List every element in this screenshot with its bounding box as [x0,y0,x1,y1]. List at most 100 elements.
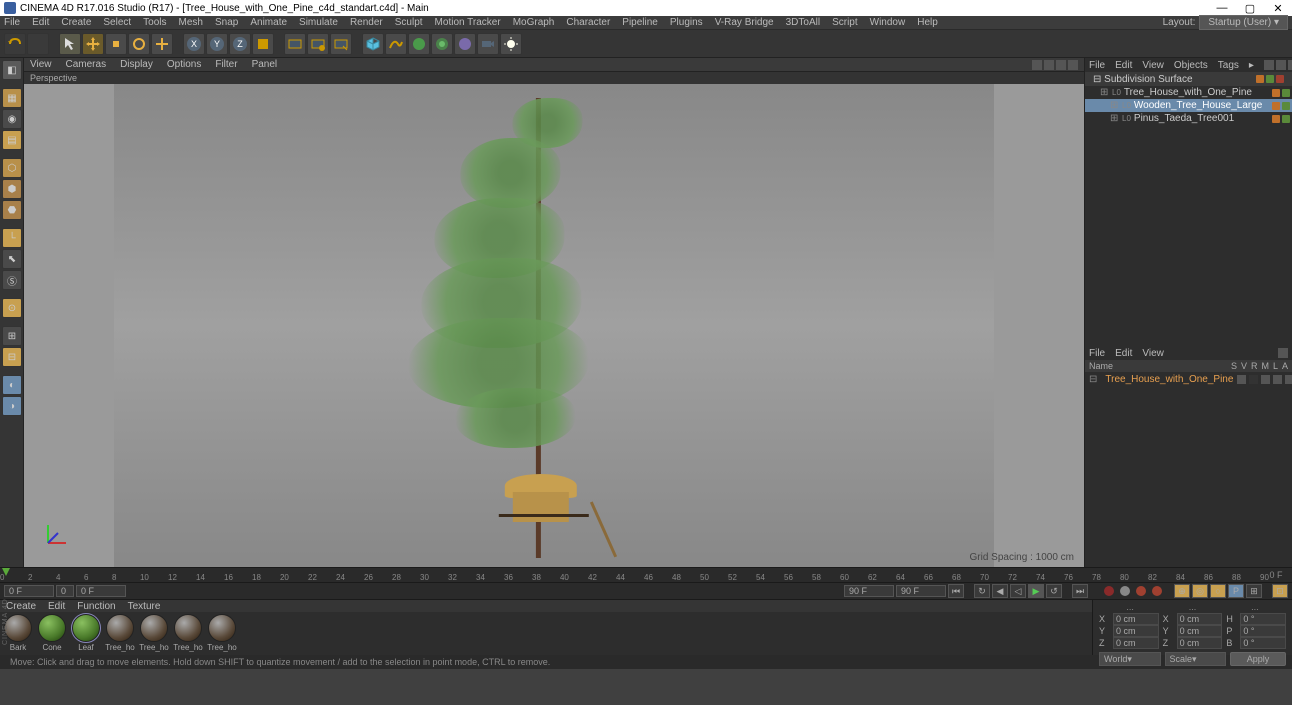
vp-icon-1[interactable] [1032,60,1042,70]
viewport[interactable]: Grid Spacing : 1000 cm [24,84,1084,567]
menu-animate[interactable]: Animate [250,17,287,28]
attr-tab-file[interactable]: File [1089,348,1105,359]
redo-button[interactable] [27,33,49,55]
out-frame-field-r[interactable]: 90 F [896,585,946,597]
play-back[interactable]: ◁ [1010,584,1026,598]
script-2[interactable]: ◑ [2,396,22,416]
play-button[interactable]: ▶ [1028,584,1044,598]
attr-mini-5[interactable] [1285,375,1292,384]
frame-spin[interactable]: 0 [56,585,74,597]
vp-menu-display[interactable]: Display [120,59,153,70]
last-tool[interactable] [151,33,173,55]
vp-icon-4[interactable] [1068,60,1078,70]
menu-mesh[interactable]: Mesh [179,17,203,28]
vp-menu-cameras[interactable]: Cameras [66,59,107,70]
loop-button[interactable]: ↻ [974,584,990,598]
render-view[interactable] [284,33,306,55]
workplane-mode[interactable]: ▤ [2,130,22,150]
make-editable[interactable]: ◧ [2,60,22,80]
maximize-button[interactable]: ▢ [1240,2,1260,14]
vp-icon-3[interactable] [1056,60,1066,70]
material-tree_ho[interactable]: Tree_ho [206,614,238,652]
locked-workplane[interactable]: ⊙ [2,298,22,318]
polygon-mode[interactable]: ⬣ [2,200,22,220]
axis-z-lock[interactable]: Z [229,33,251,55]
mat-tab-edit[interactable]: Edit [48,601,65,612]
layout-dropdown[interactable]: Startup (User) ▾ [1199,15,1288,30]
object-tree-root[interactable]: ⊟ Subdivision Surface [1085,72,1292,86]
add-deformer[interactable] [431,33,453,55]
attr-tab-view[interactable]: View [1142,348,1164,359]
live-select-tool[interactable] [59,33,81,55]
coord-space-dropdown[interactable]: World ▾ [1099,652,1161,666]
menu-sculpt[interactable]: Sculpt [395,17,423,28]
menu-script[interactable]: Script [832,17,858,28]
key-selection-2[interactable] [1150,584,1164,598]
attr-mini-3[interactable] [1261,375,1270,384]
render-settings[interactable] [330,33,352,55]
vp-menu-filter[interactable]: Filter [215,59,237,70]
in-frame-field[interactable]: 0 F [76,585,126,597]
menu-window[interactable]: Window [870,17,906,28]
add-cube[interactable] [362,33,384,55]
key-pos[interactable]: ⊕ [1174,584,1190,598]
menu-pipeline[interactable]: Pipeline [622,17,658,28]
scale-tool[interactable] [105,33,127,55]
menu-edit[interactable]: Edit [32,17,49,28]
key-pla[interactable]: ⊞ [1246,584,1262,598]
mat-tab-function[interactable]: Function [77,601,115,612]
coord-mode-dropdown[interactable]: Scale ▾ [1165,652,1227,666]
menu-simulate[interactable]: Simulate [299,17,338,28]
goto-end[interactable]: ⏭ [1072,584,1088,598]
menu-snap[interactable]: Snap [215,17,238,28]
add-camera[interactable] [477,33,499,55]
obj-tab-icon-2[interactable] [1276,60,1286,70]
object-tree[interactable]: ⊞L0Tree_House_with_One_Pine⊞L0Wooden_Tre… [1085,86,1292,346]
tweak-mode[interactable]: ⬉ [2,249,22,269]
snap-mode[interactable]: Ⓢ [2,270,22,290]
add-environment[interactable] [454,33,476,55]
menu-vraybridge[interactable]: V-Ray Bridge [715,17,774,28]
timeline[interactable]: 0246810121416182022242628303234363840424… [0,567,1292,583]
record-key[interactable] [1102,584,1116,598]
coord-system[interactable] [252,33,274,55]
edge-mode[interactable]: ⬢ [2,179,22,199]
vp-menu-options[interactable]: Options [167,59,201,70]
axis-x-lock[interactable]: X [183,33,205,55]
menu-file[interactable]: File [4,17,20,28]
material-leaf[interactable]: Leaf [70,614,102,652]
key-rot[interactable]: ○ [1210,584,1226,598]
apply-button[interactable]: Apply [1230,652,1286,666]
undo-button[interactable] [4,33,26,55]
obj-tab-view[interactable]: View [1142,60,1164,71]
goto-start[interactable]: ⏮ [948,584,964,598]
menu-tools[interactable]: Tools [143,17,166,28]
attr-icon-1[interactable] [1278,348,1288,358]
attr-mini-2[interactable] [1249,375,1258,384]
axis-mode[interactable]: └ [2,228,22,248]
menu-character[interactable]: Character [566,17,610,28]
key-param[interactable]: P [1228,584,1244,598]
vp-menu-panel[interactable]: Panel [252,59,278,70]
vp-icon-2[interactable] [1044,60,1054,70]
attr-tab-edit[interactable]: Edit [1115,348,1132,359]
material-list[interactable]: BarkConeLeafTree_hoTree_hoTree_hoTree_ho [0,612,1092,655]
mat-tab-texture[interactable]: Texture [128,601,161,612]
obj-item-wooden-tree-house-large[interactable]: ⊞L0Wooden_Tree_House_Large [1085,99,1292,112]
model-mode[interactable]: ▦ [2,88,22,108]
menu-select[interactable]: Select [103,17,131,28]
axis-y-lock[interactable]: Y [206,33,228,55]
point-mode[interactable]: ⬡ [2,158,22,178]
attr-mini-4[interactable] [1273,375,1282,384]
add-spline[interactable] [385,33,407,55]
menu-mograph[interactable]: MoGraph [513,17,555,28]
obj-tab-edit[interactable]: Edit [1115,60,1132,71]
obj-tab-icon-3[interactable] [1288,60,1292,70]
key-selection[interactable] [1134,584,1148,598]
minimize-button[interactable]: — [1212,2,1232,14]
material-tree_ho[interactable]: Tree_ho [138,614,170,652]
script-1[interactable]: ◐ [2,375,22,395]
obj-tab-icon-1[interactable] [1264,60,1274,70]
menu-render[interactable]: Render [350,17,383,28]
close-button[interactable]: ✕ [1268,2,1288,14]
